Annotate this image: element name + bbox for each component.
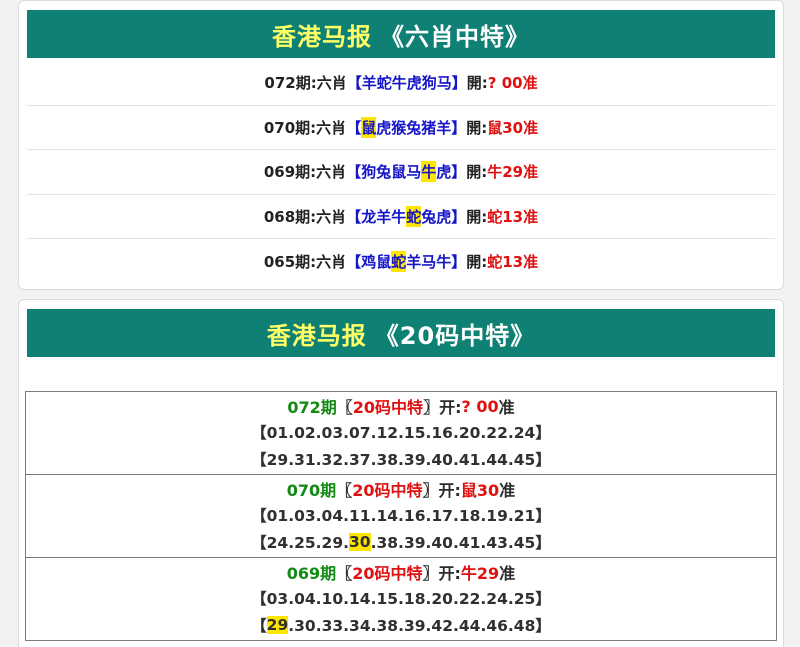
numbers-before: 【 [251,616,267,635]
tag-label: 20码中特 [352,398,424,418]
zodiac-hit: 蛇 [391,251,407,273]
zodiac-before: 鸡鼠 [361,253,392,272]
list-item: 068期:六肖 【 龙羊牛 蛇 兔虎 】 開: 蛇13准 [27,195,775,240]
period-label: 069期:六肖 [263,163,347,182]
bracket-open: 【 [346,208,362,227]
bracket-close: 】 [451,253,467,272]
period-label: 065期:六肖 [263,253,347,272]
numbers-after: .38.39.40.41.43.45】 [370,533,551,552]
open-label: 開: [466,74,488,93]
list-item: 069期:六肖 【 狗兔鼠马 牛 虎 】 開: 牛29准 [27,150,775,195]
numbers-line-1: 【03.04.10.14.15.18.20.22.24.25】 [251,590,551,609]
numbers-line-1: 【01.02.03.07.12.15.16.20.22.24】 [251,424,551,443]
header-title-main: 香港马报 [272,22,372,51]
result-value: ? 00 [461,396,499,416]
bracket-open: 【 [346,253,362,272]
table-row: 072期 〖 20码中特 〗 开: ? 00 准 【01.02.03.07.12… [26,392,776,475]
numbers-line-2: 【29.31.32.37.38.39.40.41.44.45】 [26,446,776,472]
zodiac-hit: 蛇 [406,206,422,228]
zodiac-hit: 牛 [421,161,437,183]
twenty-numbers-table: 072期 〖 20码中特 〗 开: ? 00 准 【01.02.03.07.12… [25,391,777,641]
bracket-open: 【 [346,74,362,93]
list-item: 070期:六肖 【 鼠 虎猴兔猪羊 】 開: 鼠30准 [27,106,775,151]
six-zodiac-header: 香港马报 《六肖中特》 [27,10,775,58]
result-suffix: 准 [498,398,515,418]
block-header-line: 072期 〖 20码中特 〗 开: ? 00 准 [26,393,776,419]
bracket-open: 【 [346,118,362,137]
tag-open: 〖 [336,398,353,418]
header-title-sub: 《六肖中特》 [380,22,530,51]
numbers-hit: 30 [349,532,371,551]
period-label: 070期 [286,481,337,501]
table-row: 069期 〖 20码中特 〗 开: 牛29 准 【03.04.10.14.15.… [26,558,776,641]
block-header-line: 069期 〖 20码中特 〗 开: 牛29 准 [26,559,776,585]
result-value: ? 00准 [487,74,538,93]
bracket-close: 】 [451,163,467,182]
tag-label: 20码中特 [352,481,423,501]
result-value: 牛29准 [487,163,539,182]
result-suffix: 准 [499,481,516,501]
open-label: 開: [466,253,488,272]
result-value: 鼠30准 [487,118,539,137]
period-label: 072期 [287,398,337,418]
open-label: 開: [466,118,488,137]
twenty-numbers-header: 香港马报 《20码中特》 [27,309,775,357]
result-value: 鼠30 [460,481,500,501]
block-header-line: 070期 〖 20码中特 〗 开: 鼠30 准 [26,476,776,502]
open-label: 开: [438,563,461,583]
tag-close: 〗 [422,481,439,501]
six-zodiac-list: 072期:六肖 【 羊蛇牛虎狗马 】 開: ? 00准 070期:六肖 【 鼠 … [27,61,775,284]
open-label: 開: [466,163,488,182]
open-label: 开: [439,398,462,418]
zodiac-before: 羊蛇牛虎狗马 [361,74,452,93]
period-label: 070期:六肖 [263,118,347,137]
twenty-numbers-panel: 香港马报 《20码中特》 072期 〖 20码中特 〗 开: ? 00 准 【0… [18,299,784,647]
bracket-close: 】 [451,208,467,227]
zodiac-after: 羊马牛 [406,253,452,272]
header-title-sub: 《20码中特》 [374,321,536,350]
zodiac-after: 虎 [436,163,452,182]
numbers-line-2: 【 29 .30.33.34.38.39.42.44.46.48】 [26,611,776,637]
table-row: 070期 〖 20码中特 〗 开: 鼠30 准 【01.03.04.11.14.… [26,475,776,558]
list-item: 065期:六肖 【 鸡鼠 蛇 羊马牛 】 開: 蛇13准 [27,239,775,284]
period-label: 068期:六肖 [263,208,347,227]
numbers-after: .30.33.34.38.39.42.44.46.48】 [288,616,551,635]
zodiac-before: 狗兔鼠马 [361,163,422,182]
tag-open: 〖 [336,563,353,583]
bracket-close: 】 [451,74,467,93]
six-zodiac-panel: 香港马报 《六肖中特》 072期:六肖 【 羊蛇牛虎狗马 】 開: ? 00准 … [18,0,784,290]
period-label: 069期 [286,563,337,583]
period-label: 072期:六肖 [264,74,347,93]
header-title-main: 香港马报 [266,321,367,350]
list-item: 072期:六肖 【 羊蛇牛虎狗马 】 開: ? 00准 [27,61,775,106]
zodiac-hit: 鼠 [361,116,377,138]
numbers-line-2: 【24.25.29. 30 .38.39.40.41.43.45】 [26,528,776,554]
zodiac-before: 龙羊牛 [361,208,407,227]
zodiac-after: 兔虎 [421,208,452,227]
tag-label: 20码中特 [352,563,423,583]
result-value: 牛29 [460,563,500,583]
bracket-open: 【 [346,163,362,182]
open-label: 开: [438,481,461,501]
result-value: 蛇13准 [487,253,539,272]
tag-close: 〗 [422,563,439,583]
bracket-close: 】 [451,118,467,137]
numbers-line-1: 【01.03.04.11.14.16.17.18.19.21】 [251,507,551,526]
tag-open: 〖 [336,481,353,501]
numbers-before: 【29.31.32.37.38.39.40.41.44.45】 [251,450,551,469]
open-label: 開: [466,208,488,227]
tag-close: 〗 [423,398,440,418]
result-suffix: 准 [499,563,516,583]
zodiac-after: 虎猴兔猪羊 [376,118,452,137]
numbers-before: 【24.25.29. [251,533,350,552]
result-value: 蛇13准 [487,208,539,227]
numbers-hit: 29 [266,615,289,634]
